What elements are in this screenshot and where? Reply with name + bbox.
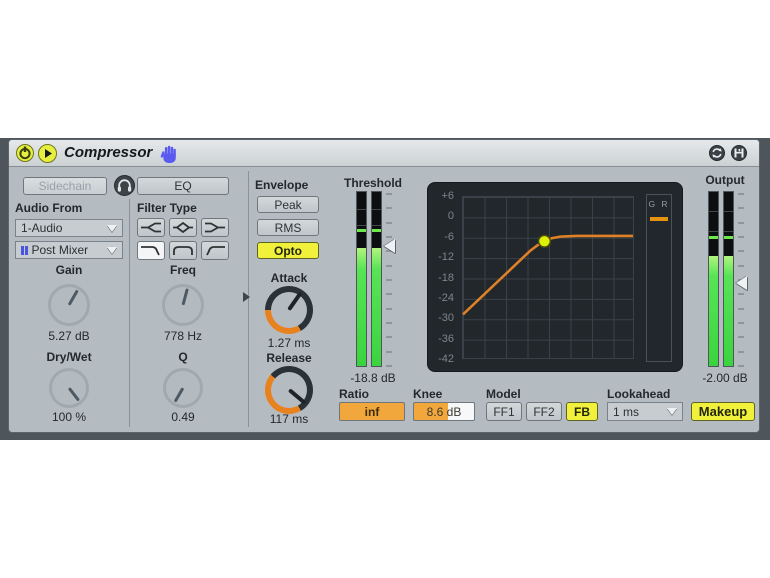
device-power-icon[interactable] [16, 144, 34, 162]
filter-lowpass-button[interactable] [137, 241, 165, 260]
page: Compressor Sidechain EQ Audio From 1-Aud… [0, 0, 770, 578]
envelope-label: Envelope [255, 178, 309, 192]
freq-value[interactable]: 778 Hz [143, 329, 223, 343]
compressor-device: Compressor Sidechain EQ Audio From 1-Aud… [8, 139, 760, 433]
envelope-peak-button[interactable]: Peak [257, 196, 319, 213]
model-ff2-button[interactable]: FF2 [526, 402, 562, 421]
lookahead-label: Lookahead [607, 387, 671, 401]
attack-knob[interactable] [265, 286, 313, 334]
release-knob[interactable] [265, 366, 313, 414]
release-label: Release [266, 351, 312, 365]
section-divider [129, 199, 130, 427]
filter-bell-button[interactable] [169, 218, 197, 237]
freq-knob[interactable] [162, 284, 204, 326]
release-value[interactable]: 117 ms [249, 412, 329, 426]
audio-from-label: Audio From [15, 201, 83, 215]
y-tick-label: +6 [441, 190, 454, 202]
y-tick-label: 0 [447, 210, 454, 223]
makeup-button[interactable]: Makeup [691, 402, 755, 421]
freq-label: Freq [169, 263, 196, 277]
y-tick-label: -42 [438, 353, 454, 365]
gain-value[interactable]: 5.27 dB [29, 329, 109, 343]
threshold-meter-scale [385, 193, 392, 367]
y-tick-label: -12 [438, 251, 454, 264]
drywet-value[interactable]: 100 % [29, 410, 109, 424]
transfer-curve-display: +6 0 -6 -12 -18 -24 -30 -36 -42 G R [427, 182, 683, 372]
q-knob[interactable] [163, 368, 203, 408]
lookahead-select[interactable]: 1 ms [607, 402, 683, 421]
ratio-value-box[interactable]: inf [339, 402, 405, 421]
compression-curve [462, 234, 633, 316]
save-preset-icon[interactable] [731, 145, 747, 161]
y-tick-label: -30 [438, 312, 454, 325]
threshold-label: Threshold [343, 176, 402, 190]
filter-type-label: Filter Type [137, 201, 197, 215]
output-gain-marker[interactable] [736, 275, 747, 290]
threshold-marker[interactable] [384, 238, 395, 253]
y-tick-label: -6 [444, 230, 454, 243]
push-hand-icon [159, 144, 179, 164]
chevron-down-icon [107, 224, 117, 232]
hot-swap-icon[interactable] [709, 145, 725, 161]
sidechain-tap-value: Post Mixer [31, 243, 89, 257]
q-label: Q [178, 350, 188, 364]
graph-grid [462, 196, 634, 359]
q-value[interactable]: 0.49 [143, 410, 223, 424]
threshold-dot-handle[interactable] [537, 234, 552, 248]
filter-bandpass-button[interactable] [169, 241, 197, 260]
y-tick-label: -24 [438, 291, 454, 304]
output-value[interactable]: -2.00 dB [685, 371, 765, 385]
gr-bar [650, 217, 668, 221]
model-ff1-button[interactable]: FF1 [486, 402, 522, 421]
tap-point-icon [21, 245, 28, 255]
ratio-label: Ratio [339, 387, 369, 401]
preview-play-icon[interactable] [38, 143, 57, 163]
y-tick-label: -18 [438, 271, 454, 284]
attack-label: Attack [270, 271, 308, 285]
sidechain-fold-arrow-icon[interactable] [243, 292, 250, 302]
gain-knob[interactable] [48, 284, 90, 326]
sidechain-toggle-button[interactable]: Sidechain [23, 177, 107, 195]
y-tick-label: -36 [438, 332, 454, 345]
knee-value-box[interactable]: 8.6 dB [413, 402, 475, 421]
sidechain-source-select[interactable]: 1-Audio [15, 219, 123, 237]
knee-label: Knee [413, 387, 443, 401]
filter-highpass-button[interactable] [201, 241, 229, 260]
filter-high-shelf-button[interactable] [201, 218, 229, 237]
eq-toggle-button[interactable]: EQ [137, 177, 229, 195]
device-title: Compressor [64, 144, 153, 161]
lookahead-value: 1 ms [613, 404, 640, 419]
chevron-down-icon [667, 408, 677, 415]
envelope-rms-button[interactable]: RMS [257, 219, 319, 236]
drywet-label: Dry/Wet [46, 350, 92, 364]
sidechain-source-value: 1-Audio [21, 221, 63, 235]
output-meter [708, 191, 734, 367]
sidechain-listen-icon[interactable] [114, 175, 135, 196]
chevron-down-icon [107, 246, 117, 254]
attack-value[interactable]: 1.27 ms [249, 336, 329, 350]
drywet-knob[interactable] [49, 368, 89, 408]
envelope-opto-button[interactable]: Opto [257, 242, 319, 259]
model-label: Model [486, 387, 521, 401]
device-title-bar: Compressor [9, 140, 759, 167]
filter-low-shelf-button[interactable] [137, 218, 165, 237]
sidechain-tap-select[interactable]: Post Mixer [15, 241, 123, 259]
gain-reduction-meter: G R [646, 194, 672, 362]
threshold-meter [356, 191, 382, 367]
output-label: Output [705, 173, 745, 187]
gain-label: Gain [55, 263, 83, 277]
model-fb-button[interactable]: FB [566, 402, 598, 421]
threshold-value[interactable]: -18.8 dB [333, 371, 413, 385]
gr-label: G R [648, 199, 670, 209]
